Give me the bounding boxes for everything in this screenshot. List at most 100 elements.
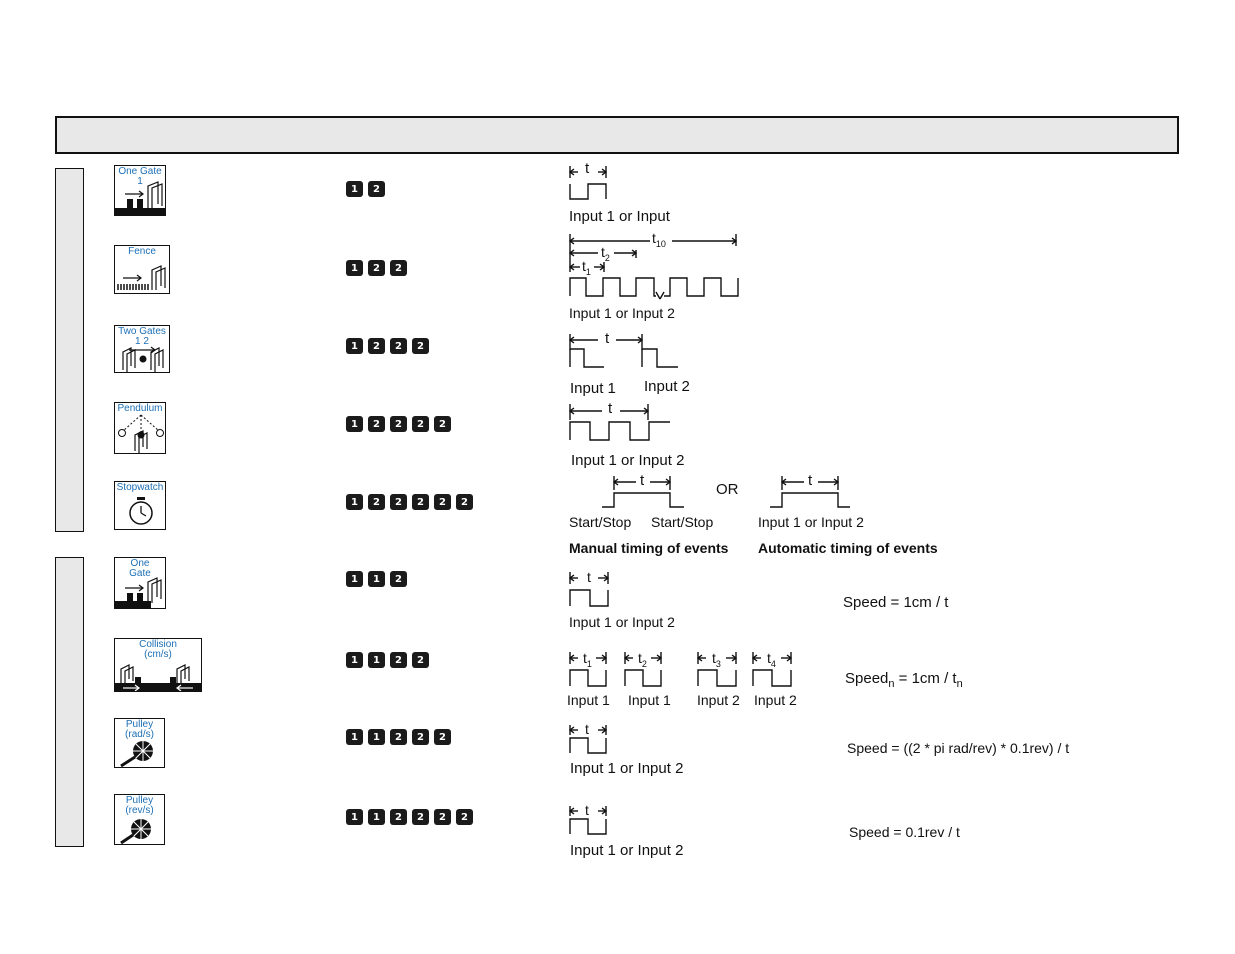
input-label: Input 2: [697, 692, 740, 708]
key-2: 2: [390, 729, 407, 745]
key-2: 2: [456, 809, 473, 825]
input-label: Input 1 or Input 2: [758, 514, 864, 530]
input-label: Input 1 or Input 2: [570, 842, 684, 859]
key-2: 2: [412, 416, 429, 432]
key-1: 1: [346, 729, 363, 745]
key-sequence: 1 2 2: [346, 260, 407, 276]
key-2: 2: [368, 260, 385, 276]
key-sequence: 1 2 2 2 2: [346, 416, 451, 432]
key-1: 1: [346, 494, 363, 510]
two-gates-icon: Two Gates 1 2: [114, 325, 170, 373]
t10-label: t10: [652, 230, 666, 249]
speed-formula: Speed = ((2 * pi rad/rev) * 0.1rev) / t: [847, 740, 1070, 756]
key-1: 1: [368, 729, 385, 745]
side-bar-speed: [55, 557, 84, 847]
stopwatch-icon: Stopwatch: [114, 481, 166, 530]
key-2: 2: [412, 338, 429, 354]
key-sequence: 1 1 2 2 2 2: [346, 809, 473, 825]
key-1: 1: [368, 809, 385, 825]
key-sequence: 1 2: [346, 181, 385, 197]
key-2: 2: [390, 652, 407, 668]
input-label: Input 1 or Input 2: [571, 452, 685, 469]
t-label: t: [587, 569, 591, 585]
key-2: 2: [368, 338, 385, 354]
key-2: 2: [368, 181, 385, 197]
key-2: 2: [412, 809, 429, 825]
key-1: 1: [346, 260, 363, 276]
start-stop-label: Start/Stop: [569, 514, 632, 530]
t4-label: t4: [767, 650, 776, 669]
automatic-timing-caption: Automatic timing of events: [758, 540, 938, 556]
key-1: 1: [368, 571, 385, 587]
manual-timing-caption: Manual timing of events: [569, 540, 729, 556]
key-2: 2: [390, 809, 407, 825]
t-label: t: [808, 472, 813, 489]
t2-label: t2: [601, 244, 610, 263]
key-1: 1: [346, 652, 363, 668]
key-2: 2: [412, 652, 429, 668]
t-label: t: [585, 721, 589, 737]
input-label: Input 1: [567, 692, 610, 708]
timing-diagram-pendulum: [568, 404, 670, 441]
key-sequence: 1 1 2: [346, 571, 407, 587]
t-label: t: [608, 400, 613, 417]
key-2: 2: [412, 729, 429, 745]
t2-label: t2: [638, 650, 647, 669]
t-label: t: [640, 472, 645, 489]
or-label: OR: [716, 481, 739, 498]
timing-diagram-one-gate: [568, 166, 608, 200]
input-label: Input 1: [570, 380, 616, 397]
input-label: Input 1 or Input 2: [569, 614, 675, 630]
one-gate-icon: One Gate 1: [114, 165, 166, 216]
key-2: 2: [434, 494, 451, 510]
key-2: 2: [390, 571, 407, 587]
input-label: Input 2: [754, 692, 797, 708]
t1-label: t1: [583, 650, 592, 669]
t-label: t: [585, 160, 590, 177]
key-2: 2: [390, 338, 407, 354]
pulley-rev-icon: Pulley (rev/s): [114, 794, 165, 845]
one-gate-speed-icon: One Gate: [114, 557, 166, 609]
key-1: 1: [346, 571, 363, 587]
input-label: Input 1 or Input 2: [569, 305, 675, 321]
key-2: 2: [434, 809, 451, 825]
start-stop-label: Start/Stop: [651, 514, 714, 530]
t3-label: t3: [712, 650, 721, 669]
key-2: 2: [390, 494, 407, 510]
speed-formula: Speed = 1cm / t: [843, 594, 949, 611]
pulley-rad-icon: Pulley (rad/s): [114, 718, 165, 768]
speed-n-formula: Speedn = 1cm / tn: [845, 670, 963, 690]
key-2: 2: [368, 494, 385, 510]
t1-label: t1: [582, 258, 591, 277]
side-bar-timing: [55, 168, 84, 532]
input-label: Input 2: [644, 378, 690, 395]
timing-diagram-pulley-rev: [568, 806, 608, 835]
speed-formula: Speed = 0.1rev / t: [849, 824, 960, 840]
input-label: Input 1: [628, 692, 671, 708]
key-1: 1: [346, 338, 363, 354]
fence-icon: Fence: [114, 245, 170, 294]
timing-diagram-collision: [568, 652, 793, 687]
table-header-bar: [55, 116, 1179, 154]
key-1: 1: [368, 652, 385, 668]
key-sequence: 1 2 2 2 2 2: [346, 494, 473, 510]
pendulum-icon: Pendulum: [114, 402, 166, 454]
key-1: 1: [346, 809, 363, 825]
timing-diagram-pulley-rad: [568, 725, 608, 754]
key-2: 2: [412, 494, 429, 510]
t-label: t: [605, 330, 610, 347]
timing-diagram-two-gates: [568, 334, 678, 368]
t-label: t: [585, 802, 589, 818]
input-label: Input 1 or Input 2: [570, 760, 684, 777]
key-sequence: 1 1 2 2 2: [346, 729, 451, 745]
key-2: 2: [456, 494, 473, 510]
input-label: Input 1 or Input: [569, 208, 670, 225]
key-1: 1: [346, 181, 363, 197]
key-sequence: 1 1 2 2: [346, 652, 429, 668]
key-2: 2: [368, 416, 385, 432]
collision-icon: Collision (cm/s): [114, 638, 202, 692]
key-1: 1: [346, 416, 363, 432]
key-sequence: 1 2 2 2: [346, 338, 429, 354]
key-2: 2: [390, 260, 407, 276]
key-2: 2: [434, 416, 451, 432]
